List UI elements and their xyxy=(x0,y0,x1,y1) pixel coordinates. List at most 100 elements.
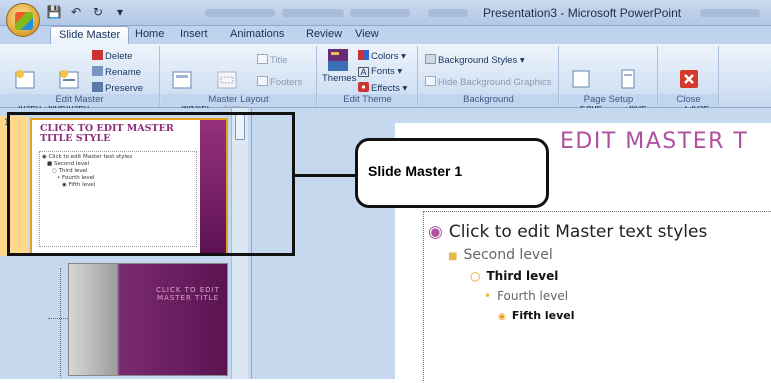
themes-icon xyxy=(328,49,348,71)
redo-icon[interactable]: ↻ xyxy=(90,4,106,20)
footers-checkbox[interactable]: Footers xyxy=(257,76,302,88)
hide-background-graphics-checkbox[interactable]: Hide Background Graphics xyxy=(425,76,552,88)
title-checkbox[interactable]: Title xyxy=(257,54,288,66)
close-group-label: Close xyxy=(659,94,718,106)
level-5-bullet-icon: ◉ xyxy=(498,312,506,322)
master-layout-icon xyxy=(172,71,192,89)
group-close: Close Master View Close xyxy=(659,46,719,122)
effects-icon xyxy=(358,82,369,92)
level-2-bullet-icon: ■ xyxy=(448,251,458,262)
title-bar: 💾 ↶ ↻ ▾ Presentation3 - Microsoft PowerP… xyxy=(0,0,771,26)
colors-label: Colors xyxy=(371,51,399,62)
callout-box: Slide Master 1 xyxy=(355,138,549,208)
page-setup-group-label: Page Setup xyxy=(560,94,657,106)
body-level-2-text: Second level xyxy=(463,247,553,263)
level-3-bullet-icon: ○ xyxy=(470,269,481,283)
effects-label: Effects xyxy=(371,83,400,94)
save-icon[interactable]: 💾 xyxy=(46,4,62,20)
footers-checkbox-label: Footers xyxy=(270,77,303,88)
callout-text: Slide Master 1 xyxy=(368,163,463,179)
layout-thumbnail-title: CLICK TO EDIT MASTER TITLE xyxy=(156,286,220,302)
rename-label: Rename xyxy=(105,67,141,78)
title-checkbox-label: Title xyxy=(270,55,288,66)
fonts-label: Fonts xyxy=(371,66,395,77)
background-styles-icon xyxy=(425,54,436,64)
blurred-text xyxy=(205,9,275,17)
edit-master-group-label: Edit Master xyxy=(0,94,159,106)
delete-button[interactable]: Delete xyxy=(92,50,132,62)
delete-icon xyxy=(92,50,103,60)
insert-placeholder-icon xyxy=(217,71,237,89)
page-setup-icon xyxy=(572,70,590,88)
colors-button[interactable]: Colors ▾ xyxy=(358,50,406,62)
tab-view[interactable]: View xyxy=(355,28,379,40)
office-logo-icon xyxy=(15,12,33,30)
body-level-4: • Fourth level xyxy=(484,289,568,303)
preserve-icon xyxy=(92,82,103,92)
undo-icon[interactable]: ↶ xyxy=(68,4,84,20)
group-master-layout: Master Layout Insert Placeholder Title F… xyxy=(161,46,317,122)
ribbon-tabs: Slide Master Home Insert Animations Revi… xyxy=(0,26,771,45)
slide-body-placeholder[interactable]: ◉ Click to edit Master text styles ■ Secon… xyxy=(423,211,771,381)
slide-orientation-icon xyxy=(621,69,635,89)
insert-slide-master-icon xyxy=(15,70,35,89)
master-layout-group-label: Master Layout xyxy=(161,94,316,106)
body-level-5-text: Fifth level xyxy=(511,309,575,322)
body-level-4-text: Fourth level xyxy=(497,289,569,303)
tab-review[interactable]: Review xyxy=(306,28,342,40)
quick-access-toolbar: 💾 ↶ ↻ ▾ xyxy=(46,4,128,20)
callout-connector xyxy=(295,174,357,177)
background-styles-label: Background Styles xyxy=(438,55,518,66)
window-title: Presentation3 - Microsoft PowerPoint xyxy=(483,6,682,20)
highlight-box xyxy=(7,112,295,256)
office-button[interactable] xyxy=(6,3,40,37)
layout-thumbnail-gray-band xyxy=(69,264,117,375)
body-level-1-text: Click to edit Master text styles xyxy=(448,222,708,242)
background-styles-button[interactable]: Background Styles ▾ xyxy=(425,54,525,66)
blurred-text xyxy=(428,9,468,17)
layout-connector-line xyxy=(60,268,61,378)
hide-background-checkbox-icon xyxy=(425,76,436,86)
preserve-button[interactable]: Preserve xyxy=(92,82,143,94)
layout-connector-branch xyxy=(48,318,68,319)
rename-icon xyxy=(92,66,103,76)
blurred-text xyxy=(350,9,410,17)
tab-slide-master[interactable]: Slide Master xyxy=(50,26,130,45)
effects-button[interactable]: Effects ▾ xyxy=(358,82,407,94)
blurred-text xyxy=(282,9,344,17)
edit-theme-group-label: Edit Theme xyxy=(318,94,417,106)
body-level-2: ■ Second level xyxy=(448,247,553,263)
group-page-setup: Page Setup Slide Orientation Page Setup xyxy=(560,46,658,122)
body-level-3-text: Third level xyxy=(486,269,559,283)
tab-animations[interactable]: Animations xyxy=(230,28,284,40)
hide-background-graphics-label: Hide Background Graphics xyxy=(438,77,552,88)
customize-qat-icon[interactable]: ▾ xyxy=(112,4,128,20)
layout-thumbnail[interactable]: CLICK TO EDIT MASTER TITLE xyxy=(68,263,228,376)
fonts-icon: A xyxy=(358,67,369,77)
themes-label: Themes xyxy=(322,73,357,84)
level-4-bullet-icon: • xyxy=(484,289,492,303)
level-1-bullet-icon: ◉ xyxy=(428,222,443,242)
blurred-text xyxy=(700,9,760,17)
body-level-3: ○ Third level xyxy=(470,269,558,283)
colors-icon xyxy=(358,50,369,60)
rename-button[interactable]: Rename xyxy=(92,66,141,78)
background-group-label: Background xyxy=(419,94,558,106)
group-edit-master: Insert Slide Master Insert Layout Delete… xyxy=(0,46,160,122)
group-edit-theme: Themes Colors ▾ A Fonts ▾ Effects ▾ Edit … xyxy=(318,46,418,106)
fonts-button[interactable]: A Fonts ▾ xyxy=(358,66,402,77)
body-level-1: ◉ Click to edit Master text styles xyxy=(428,222,707,242)
title-checkbox-icon xyxy=(257,54,268,64)
tab-insert[interactable]: Insert xyxy=(180,28,208,40)
body-level-5: ◉ Fifth level xyxy=(498,309,574,322)
delete-label: Delete xyxy=(105,51,133,62)
group-background: Background Styles ▾ Hide Background Grap… xyxy=(419,46,559,106)
insert-layout-icon xyxy=(59,70,79,89)
close-master-view-icon xyxy=(680,70,698,88)
tab-home[interactable]: Home xyxy=(135,28,164,40)
footers-checkbox-icon xyxy=(257,76,268,86)
themes-button[interactable]: Themes xyxy=(322,48,357,84)
ribbon: Insert Slide Master Insert Layout Delete… xyxy=(0,44,771,122)
preserve-label: Preserve xyxy=(105,83,144,94)
slide-title[interactable]: EDIT MASTER T xyxy=(560,129,748,154)
